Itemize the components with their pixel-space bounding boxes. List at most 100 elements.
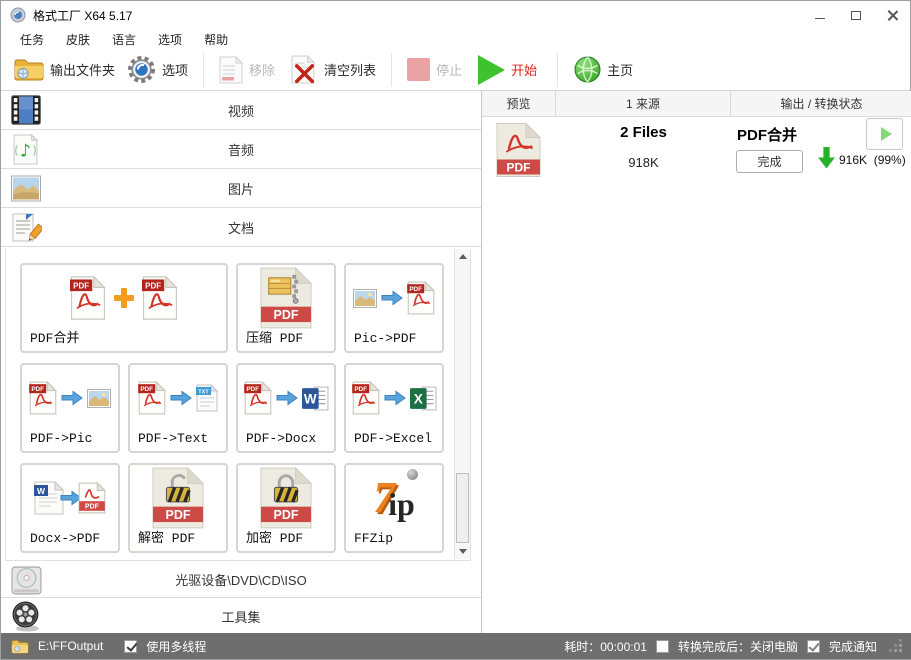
options-label: 选项 [162,60,188,79]
menu-options[interactable]: 选项 [147,29,193,50]
svg-text:PDF: PDF [246,386,259,393]
tile-pdf-to-excel[interactable]: PDFX PDF->Excel [344,363,444,453]
start-icon [478,55,505,85]
toolbar-separator [557,53,558,87]
tile-ffzip[interactable]: 7ip FFZip [344,463,444,553]
status-complete-button[interactable]: 完成 [736,150,803,173]
home-button[interactable]: 主页 [574,56,633,83]
clear-list-button[interactable]: 清空列表 [291,55,376,84]
statusbar-right: 耗时：00:00:01 转换完成后：关闭电脑 完成通知 [564,638,902,655]
tile-pdf-encrypt[interactable]: PDF 加密 PDF [236,463,336,553]
pdf-to-pic-icon: PDF [22,369,118,427]
svg-text:X: X [413,391,422,406]
resize-grip[interactable] [890,640,902,652]
pdf-merge-icon: PDFPDF [22,269,226,327]
docx-to-pdf-icon: WPDF [22,469,118,527]
svg-text:PDF: PDF [31,386,44,393]
title-bar: 格式工厂 X64 5.17 [1,1,910,29]
queue-header: 预览 1 来源 输出 / 转换状态 [482,91,911,117]
menu-language[interactable]: 语言 [101,29,147,50]
tile-docx-to-pdf[interactable]: WPDF Docx->PDF [20,463,120,553]
main-area: 视频 ♪ 音频 图片 文档 PDFPDF PDF合并 PDF 压缩 PDF [1,91,911,635]
close-button[interactable] [874,1,910,29]
play-output-button[interactable] [866,118,903,150]
queue-row[interactable]: PDF 2 Files 918K PDF合并 完成 916K (99%) [482,117,911,207]
window-controls [802,1,910,29]
output-folder-button[interactable]: 输出文件夹 [14,57,115,82]
close-icon [887,10,898,21]
category-picture[interactable]: 图片 [1,169,481,208]
category-video[interactable]: 视频 [1,91,481,130]
notify-label: 完成通知 [829,638,877,655]
app-icon [10,7,26,23]
stop-button[interactable]: 停止 [407,58,462,81]
tile-label: PDF合并 [30,327,79,346]
start-button[interactable]: 开始 [478,55,537,85]
grid-scrollbar[interactable] [454,249,470,559]
tile-pdf-merge[interactable]: PDFPDF PDF合并 [20,263,228,353]
multithread-checkbox[interactable] [124,640,137,653]
scroll-down-arrow[interactable] [455,544,471,559]
scroll-up-arrow[interactable] [455,249,471,264]
pdf-decrypt-icon: PDF [130,469,226,527]
minimize-button[interactable] [802,1,838,29]
toolbar-separator [203,53,204,87]
multithread-label: 使用多线程 [146,638,206,655]
tile-pic-to-pdf[interactable]: PDF Pic->PDF [344,263,444,353]
shutdown-label: 转换完成后：关闭电脑 [678,638,798,655]
category-label: 文档 [1,208,481,246]
tile-pdf-to-text[interactable]: PDFTXT PDF->Text [128,363,228,453]
tile-label: PDF->Excel [354,431,432,446]
output-folder-icon [14,57,44,82]
tile-pdf-to-pic[interactable]: PDF PDF->Pic [20,363,120,453]
source-files-count: 2 Files [556,124,731,141]
status-bar: E:\FFOutput 使用多线程 耗时：00:00:01 转换完成后：关闭电脑… [1,633,911,659]
shutdown-checkbox[interactable] [656,640,669,653]
gear-icon [127,55,156,84]
svg-text:PDF: PDF [274,308,299,322]
menu-help[interactable]: 帮助 [193,29,239,50]
clear-list-icon [291,55,318,84]
window-title: 格式工厂 X64 5.17 [33,7,132,24]
category-label: 音频 [1,130,481,168]
remove-icon [219,56,243,84]
options-button[interactable]: 选项 [127,55,188,84]
output-size: 916K (99%) [839,153,906,167]
menu-task[interactable]: 任务 [9,29,55,50]
column-source[interactable]: 1 来源 [556,91,731,116]
pdf-to-text-icon: PDFTXT [130,369,226,427]
ffzip-dot [407,469,418,480]
category-label: 工具集 [1,598,481,634]
tile-label: FFZip [354,531,393,546]
output-path[interactable]: E:\FFOutput [38,639,103,653]
remove-label: 移除 [249,60,275,79]
menu-skin[interactable]: 皮肤 [55,29,101,50]
svg-text:PDF: PDF [409,286,422,293]
column-preview[interactable]: 预览 [482,91,556,116]
category-toolset[interactable]: 工具集 [1,598,481,634]
minimize-icon [815,18,825,19]
tile-pdf-compress[interactable]: PDF 压缩 PDF [236,263,336,353]
tile-pdf-decrypt[interactable]: PDF 解密 PDF [128,463,228,553]
globe-icon [574,56,601,83]
category-disc-device[interactable]: 光驱设备\DVD\CD\ISO [1,561,481,598]
svg-text:W: W [37,486,46,496]
category-document[interactable]: 文档 [1,208,481,247]
column-output-status[interactable]: 输出 / 转换状态 [731,91,911,116]
scrollbar-thumb[interactable] [456,473,469,543]
notify-checkbox[interactable] [807,640,820,653]
category-audio[interactable]: ♪ 音频 [1,130,481,169]
task-queue-panel: 预览 1 来源 输出 / 转换状态 PDF 2 Files 918K PDF合并… [482,91,911,635]
source-size: 918K [556,155,731,170]
ffzip-icon: 7ip [346,469,442,527]
category-panel: 视频 ♪ 音频 图片 文档 PDFPDF PDF合并 PDF 压缩 PDF [1,91,482,635]
remove-button[interactable]: 移除 [219,56,275,84]
pdf-to-excel-icon: PDFX [346,369,442,427]
download-arrow-icon [818,147,835,169]
tile-label: PDF->Pic [30,431,92,446]
elapsed-time: 耗时：00:00:01 [564,638,647,655]
maximize-button[interactable] [838,1,874,29]
maximize-icon [851,11,861,20]
tile-pdf-to-docx[interactable]: PDFW PDF->Docx [236,363,336,453]
bottom-categories: 光驱设备\DVD\CD\ISO 工具集 [1,561,481,634]
